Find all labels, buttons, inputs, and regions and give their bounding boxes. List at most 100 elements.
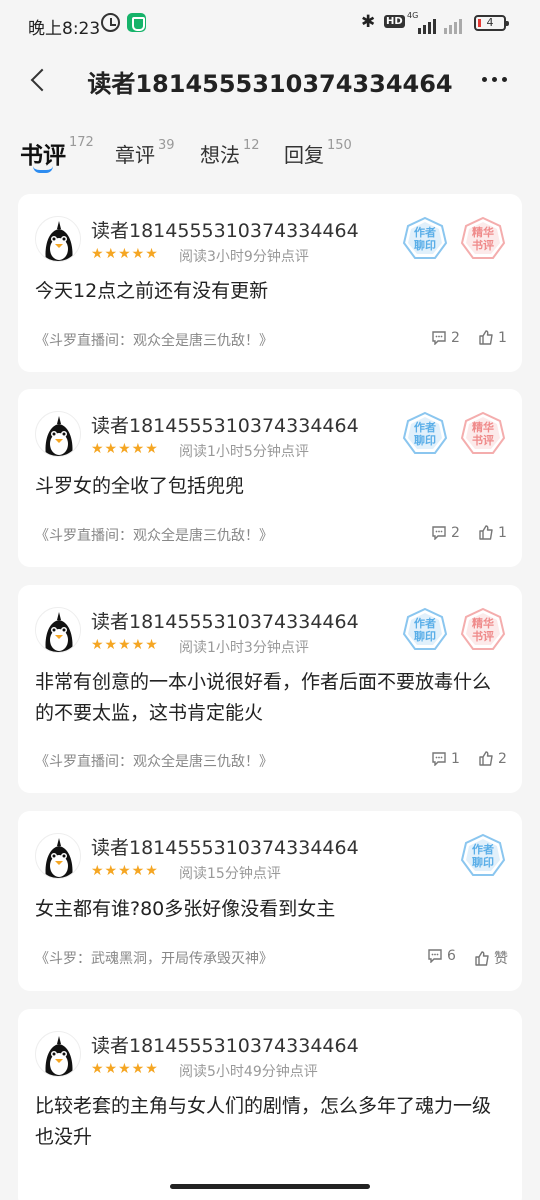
reviewer-name[interactable]: 读者1814555310374334464 — [91, 833, 359, 860]
read-time-meta: 阅读3小时9分钟点评 — [179, 249, 309, 265]
book-title-link[interactable]: 《斗罗：武魂黑洞，开局传承毁灭神》 — [35, 948, 273, 968]
badge-line2: 聊印 — [472, 856, 494, 869]
review-text[interactable]: 比较老套的主角与女人们的剧情，怎么多年了魂力一级也没升 — [35, 1091, 504, 1153]
review-text[interactable]: 今天12点之前还有没有更新 — [35, 276, 504, 307]
read-time-meta: 阅读1小时5分钟点评 — [179, 444, 309, 460]
avatar[interactable] — [35, 607, 81, 653]
avatar[interactable] — [35, 1031, 81, 1077]
reply-button[interactable]: 6 — [427, 948, 456, 964]
like-count: 1 — [498, 330, 507, 346]
review-text[interactable]: 斗罗女的全收了包括兜兜 — [35, 471, 504, 502]
like-button[interactable]: 赞 — [474, 948, 508, 968]
like-count: 1 — [498, 525, 507, 541]
reply-button[interactable]: 2 — [431, 330, 460, 346]
review-card[interactable]: 读者1814555310374334464 ★★★★★ 阅读1小时5分钟点评 作者 聊印… — [18, 389, 522, 567]
like-count: 赞 — [494, 951, 508, 967]
status-time: 晚上8:23 — [28, 19, 101, 39]
tab-bar: 书评172 章评 39 想法 12 回复 150 — [20, 135, 520, 176]
tab-label: 章评 — [115, 143, 155, 167]
reply-count: 6 — [447, 948, 456, 964]
book-title-link[interactable]: 《斗罗直播间：观众全是唐三仇敌！》 — [35, 525, 273, 545]
author-like-badge: 作者 聊印 — [460, 833, 506, 879]
bluetooth-icon: ✱ — [361, 12, 376, 32]
like-button[interactable]: 2 — [478, 750, 507, 767]
tab-count: 150 — [327, 138, 352, 153]
author-like-badge: 作者 聊印 — [402, 411, 448, 457]
reviewer-name[interactable]: 读者1814555310374334464 — [91, 1031, 359, 1058]
review-card[interactable]: 读者1814555310374334464 ★★★★★ 阅读5小时49分钟点评比较老… — [18, 1009, 522, 1200]
thumbs-up-icon — [478, 750, 498, 767]
thumbs-up-icon — [478, 329, 498, 346]
tab-book-reviews[interactable]: 书评172 — [20, 135, 94, 173]
thumbs-up-icon — [478, 524, 498, 541]
reviewer-name[interactable]: 读者1814555310374334464 — [91, 411, 359, 438]
active-tab-indicator — [33, 166, 53, 173]
badge-line2: 聊印 — [414, 434, 436, 447]
reply-count: 1 — [451, 751, 460, 767]
signal-secondary-icon — [444, 12, 466, 34]
book-title-link[interactable]: 《斗罗直播间：观众全是唐三仇敌！》 — [35, 751, 273, 771]
badge-line2: 书评 — [472, 239, 494, 252]
badge-line2: 书评 — [472, 630, 494, 643]
featured-review-badge: 精华 书评 — [460, 411, 506, 457]
review-text[interactable]: 女主都有谁?80多张好像没看到女主 — [35, 894, 504, 925]
badge-line1: 作者 — [414, 617, 436, 630]
tab-label: 回复 — [284, 143, 324, 167]
rating-stars: ★★★★★ — [91, 863, 159, 879]
badge-line2: 书评 — [472, 434, 494, 447]
thumbs-up-icon — [474, 950, 494, 967]
tab-thoughts[interactable]: 想法 12 — [200, 138, 260, 168]
featured-review-badge: 精华 书评 — [460, 607, 506, 653]
badge-line1: 作者 — [414, 421, 436, 434]
author-like-badge: 作者 聊印 — [402, 607, 448, 653]
badge-line1: 精华 — [472, 421, 494, 434]
security-shield-icon — [127, 13, 146, 32]
avatar[interactable] — [35, 411, 81, 457]
badge-line1: 精华 — [472, 617, 494, 630]
signal-icon — [406, 12, 440, 34]
rating-stars: ★★★★★ — [91, 441, 159, 457]
review-card[interactable]: 读者1814555310374334464 ★★★★★ 阅读1小时3分钟点评 作者 聊印… — [18, 585, 522, 793]
status-bar: 晚上8:23 ✱ HD 4G 4 — [0, 0, 540, 50]
alarm-icon — [101, 13, 120, 32]
more-dots-icon[interactable] — [478, 66, 512, 94]
reviewer-name[interactable]: 读者1814555310374334464 — [91, 607, 359, 634]
tab-label: 想法 — [200, 143, 240, 167]
rating-stars: ★★★★★ — [91, 1061, 159, 1077]
like-count: 2 — [498, 751, 507, 767]
read-time-meta: 阅读1小时3分钟点评 — [179, 640, 309, 656]
tab-count: 172 — [69, 135, 94, 150]
battery-icon: 4 — [474, 15, 509, 31]
avatar[interactable] — [35, 216, 81, 262]
comment-icon — [427, 948, 447, 964]
review-text[interactable]: 非常有创意的一本小说很好看，作者后面不要放毒什么的不要太监，这书肯定能火 — [35, 667, 504, 729]
reply-button[interactable]: 1 — [431, 751, 460, 767]
comment-icon — [431, 330, 451, 346]
review-card[interactable]: 读者1814555310374334464 ★★★★★ 阅读3小时9分钟点评 作者 聊印… — [18, 194, 522, 372]
home-indicator — [170, 1184, 370, 1189]
reviewer-name[interactable]: 读者1814555310374334464 — [91, 216, 359, 243]
tab-count: 39 — [158, 138, 175, 153]
like-button[interactable]: 1 — [478, 329, 507, 346]
avatar[interactable] — [35, 833, 81, 879]
reply-count: 2 — [451, 330, 460, 346]
badge-line1: 精华 — [472, 226, 494, 239]
tab-chapter-reviews[interactable]: 章评 39 — [115, 138, 175, 168]
review-card[interactable]: 读者1814555310374334464 ★★★★★ 阅读15分钟点评 作者 聊印女主… — [18, 811, 522, 991]
rating-stars: ★★★★★ — [91, 637, 159, 653]
read-time-meta: 阅读15分钟点评 — [179, 866, 281, 882]
comment-icon — [431, 751, 451, 767]
reply-count: 2 — [451, 525, 460, 541]
tab-count: 12 — [243, 138, 260, 153]
like-button[interactable]: 1 — [478, 524, 507, 541]
badge-line1: 作者 — [414, 226, 436, 239]
rating-stars: ★★★★★ — [91, 246, 159, 262]
read-time-meta: 阅读5小时49分钟点评 — [179, 1064, 318, 1080]
hd-icon: HD — [384, 15, 405, 28]
reply-button[interactable]: 2 — [431, 525, 460, 541]
tab-replies[interactable]: 回复 150 — [284, 138, 352, 168]
book-title-link[interactable]: 《斗罗直播间：观众全是唐三仇敌！》 — [35, 330, 273, 350]
comment-icon — [431, 525, 451, 541]
badge-line2: 聊印 — [414, 630, 436, 643]
badge-line2: 聊印 — [414, 239, 436, 252]
